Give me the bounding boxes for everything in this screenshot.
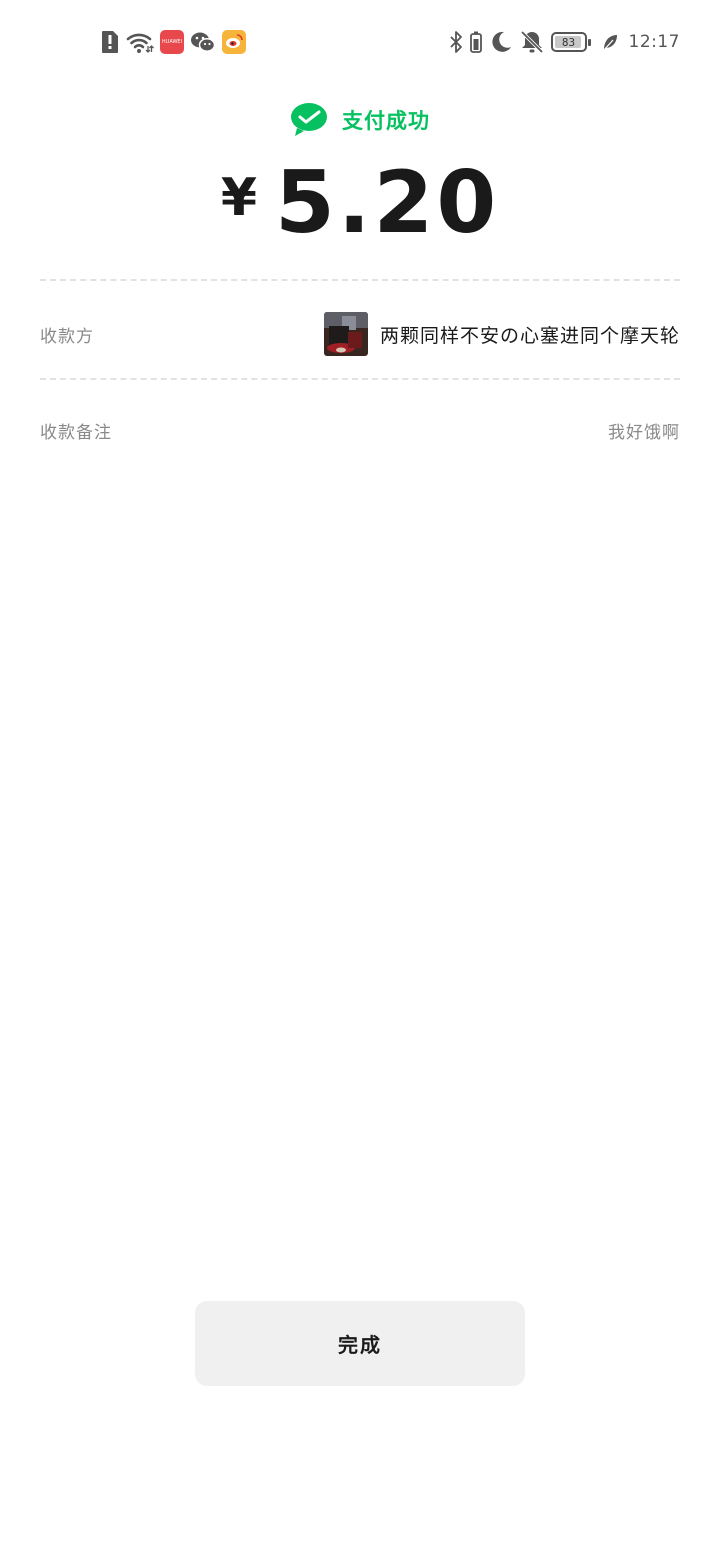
alert-sim-icon: [100, 30, 120, 54]
remark-value: 我好饿啊: [608, 422, 680, 443]
bluetooth-icon: [449, 30, 463, 54]
remark-row: 收款备注 我好饿啊: [40, 406, 680, 454]
clock-time: 12:17: [628, 32, 680, 52]
remark-label: 收款备注: [40, 422, 112, 443]
wechat-icon: [190, 30, 216, 54]
divider-top: [40, 279, 680, 281]
huawei-appgallery-icon: HUAWEI: [160, 30, 184, 54]
leaf-icon: [601, 30, 619, 54]
payment-amount: ¥ 5.20: [0, 160, 720, 246]
payee-label: 收款方: [40, 326, 94, 347]
huawei-badge-text: HUAWEI: [161, 39, 183, 45]
payee-value: 两颗同样不安の心塞进同个摩天轮: [323, 312, 680, 356]
vibrate-battery-icon: [469, 30, 483, 54]
status-bar-notifications: HUAWEI: [100, 28, 246, 56]
battery-level: 83: [561, 35, 576, 49]
divider-middle: [40, 378, 680, 380]
payee-row: 收款方 两颗同样不安の心塞进同个摩天轮: [40, 310, 680, 358]
amount-value: 5.20: [275, 153, 500, 253]
wifi-icon: [126, 30, 154, 54]
status-bar: HUAWEI 83 12:17: [0, 0, 720, 84]
battery-icon: 83: [550, 32, 591, 52]
wechat-pay-success-icon: [290, 102, 328, 138]
payment-status-text: 支付成功: [342, 109, 430, 133]
payee-avatar: [323, 312, 368, 356]
status-bar-system: 83 12:17: [449, 28, 681, 56]
weibo-icon: [222, 30, 246, 54]
moon-icon: [489, 30, 513, 54]
payee-name: 两颗同样不安の心塞进同个摩天轮: [379, 324, 680, 347]
currency-symbol: ¥: [220, 168, 257, 228]
bell-off-icon: [519, 30, 545, 54]
done-button[interactable]: 完成: [195, 1301, 525, 1386]
payment-status: 支付成功: [0, 102, 720, 138]
